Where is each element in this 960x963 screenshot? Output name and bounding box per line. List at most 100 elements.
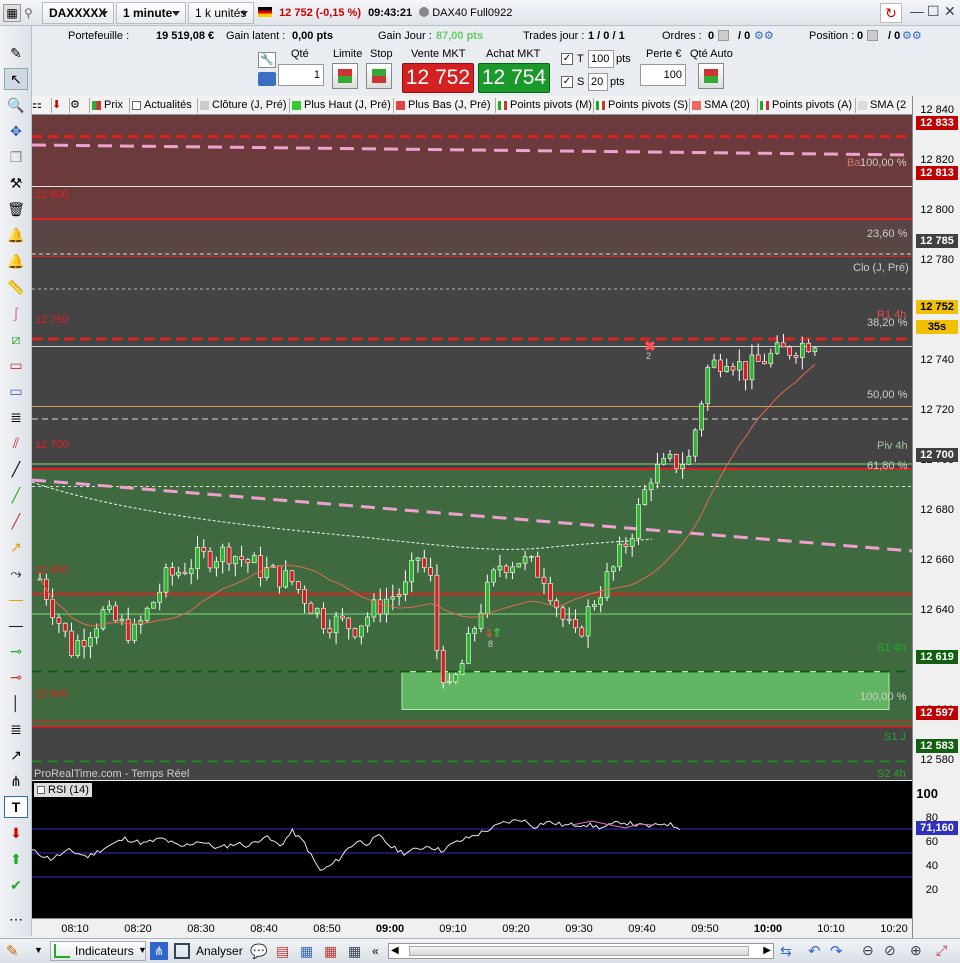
instrument-select[interactable]: DAXXXXX — [42, 2, 114, 24]
refresh-icon[interactable]: ↻ — [880, 3, 902, 23]
horizontal-scrollbar[interactable]: ◀ ▶ — [388, 943, 774, 959]
fibonacci-icon[interactable]: ≣ — [4, 406, 28, 428]
indicator-close[interactable]: Clôture (J, Pré) — [198, 98, 290, 113]
settings-icon[interactable]: ⚙⚙ — [754, 27, 774, 45]
alert-icon[interactable]: 🔔 — [4, 224, 28, 246]
undo-icon[interactable]: ↶ — [808, 942, 821, 960]
hline-orange-icon[interactable]: ― — [4, 588, 28, 610]
text-icon[interactable]: T — [4, 796, 28, 818]
down-icon[interactable]: ⬇ — [52, 98, 70, 113]
hline-icon[interactable]: ― — [4, 614, 28, 636]
timeframe-select[interactable]: 1 minute — [116, 2, 186, 24]
t-checkbox[interactable]: ✓ — [561, 53, 573, 65]
orders-clear-icon[interactable] — [718, 30, 729, 41]
limit-order-button[interactable] — [332, 63, 358, 89]
settings-icon[interactable]: ⚙⚙ — [902, 27, 922, 45]
indicator-sma20[interactable]: SMA (20) — [690, 98, 758, 113]
qty-input[interactable] — [278, 64, 324, 86]
copy-icon[interactable]: ❐ — [4, 146, 28, 168]
position-clear-icon[interactable] — [867, 30, 878, 41]
check-icon[interactable]: ✔ — [4, 874, 28, 896]
cursor-icon[interactable]: ↖ — [4, 68, 28, 90]
time-axis[interactable]: 08:10 08:20 08:30 08:40 08:50 09:00 09:10 09:20… — [32, 918, 912, 938]
scroll-left-icon[interactable]: ◀ — [391, 945, 399, 956]
s-checkbox[interactable]: ✓ — [561, 76, 573, 88]
rsi-canvas[interactable] — [32, 781, 912, 918]
settings-icon[interactable]: ⚙ — [70, 98, 90, 113]
rectangle-blue-icon[interactable]: ▭ — [4, 380, 28, 402]
analyse-button[interactable]: Analyser — [172, 941, 244, 961]
price-axis[interactable]: 12 84012 82012 80012 78012 76012 74012 7… — [912, 96, 960, 938]
curve-icon[interactable]: ∫ — [4, 302, 28, 324]
price-chart-canvas[interactable]: ✖⇓⇑ — [32, 115, 912, 780]
zoom-fit-icon[interactable]: ⇆ — [780, 943, 792, 960]
indicator-low[interactable]: Plus Bas (J, Pré) — [394, 98, 496, 113]
indicator-sma2[interactable]: SMA (2 — [856, 98, 912, 113]
hline-red-icon[interactable]: ⊸ — [4, 666, 28, 688]
scroll-left-fast-icon[interactable]: « — [372, 944, 379, 958]
arrow-up-icon[interactable]: ⬆ — [4, 848, 28, 870]
indicator-prix[interactable]: Prix — [90, 98, 130, 113]
redo-icon[interactable]: ↷ — [830, 942, 843, 960]
buy-mkt-button[interactable]: 12 754 — [478, 63, 550, 93]
channel-icon[interactable]: ⧄ — [4, 328, 28, 350]
ruler-icon[interactable]: 📏 — [4, 276, 28, 298]
stop-order-button[interactable] — [366, 63, 392, 89]
chart-type-icon[interactable]: ⤢ — [936, 942, 947, 959]
price-chart[interactable]: ✖ ⇓ ⇑ 12 800 12 750 12 700 12 650 12 600 B… — [32, 115, 912, 780]
zoom-icon[interactable]: 🔍 — [4, 94, 28, 116]
pitchfork-icon[interactable]: ⋔ — [4, 770, 28, 792]
indicator-high[interactable]: Plus Haut (J, Pré) — [290, 98, 394, 113]
link-icon[interactable]: ⚲ — [24, 6, 33, 20]
fib-time-icon[interactable]: ≣ — [4, 718, 28, 740]
sell-mkt-button[interactable]: 12 752 — [402, 63, 474, 93]
properties-icon[interactable]: ⚏ — [32, 98, 52, 113]
arrow-line-icon[interactable]: ↗ — [4, 536, 28, 558]
polyline-icon[interactable]: ⤳ — [4, 562, 28, 584]
hline-green-icon[interactable]: ⊸ — [4, 640, 28, 662]
rsi-label[interactable]: RSI (14) — [34, 783, 92, 797]
grid-icon[interactable]: ▦ — [348, 943, 361, 960]
pencil-icon[interactable]: ✎ — [4, 42, 28, 64]
arrow-down-icon[interactable]: ⬇ — [4, 822, 28, 844]
app-menu-icon[interactable]: ▦ — [3, 4, 21, 22]
scroll-thumb[interactable] — [409, 946, 749, 956]
chat-icon[interactable]: 💬 — [250, 943, 267, 960]
rsi-panel[interactable]: RSI (14) — [32, 781, 912, 918]
indicator-news[interactable]: Actualités — [130, 98, 198, 113]
indicator-pivots-a[interactable]: Points pivots (A) — [758, 98, 856, 113]
share-icon[interactable]: ⋔ — [150, 942, 168, 960]
alert-bell-icon[interactable]: 🔔 — [4, 250, 28, 272]
maximize-icon[interactable]: ☐ — [927, 3, 940, 20]
indicator-pivots-m[interactable]: Points pivots (M) — [496, 98, 594, 113]
rectangle-icon[interactable]: ▭ — [4, 354, 28, 376]
move-icon[interactable]: ✥ — [4, 120, 28, 142]
arrow-icon[interactable]: ↗ — [4, 744, 28, 766]
line-icon[interactable]: ╱ — [4, 458, 28, 480]
wrench-icon[interactable]: 🔧 — [258, 52, 276, 68]
tools-icon[interactable]: ⚒ — [4, 172, 28, 194]
more-icon[interactable]: ⋯ — [4, 908, 28, 930]
keypad-icon[interactable] — [258, 72, 276, 86]
zoom-in-icon[interactable]: ⊕ — [910, 942, 922, 959]
minimize-icon[interactable]: — — [910, 3, 924, 19]
scroll-right-icon[interactable]: ▶ — [763, 945, 771, 956]
indicator-pivots-s[interactable]: Points pivots (S) — [594, 98, 690, 113]
calendar-icon[interactable]: ▦ — [324, 943, 337, 960]
loss-input[interactable] — [640, 64, 686, 86]
s-input[interactable] — [588, 73, 608, 91]
chevron-down-icon[interactable]: ▼ — [34, 945, 43, 955]
line-red-icon[interactable]: ╱ — [4, 510, 28, 532]
indicators-button[interactable]: Indicateurs — [50, 941, 146, 961]
zoom-out-icon[interactable]: ⊖ — [862, 942, 874, 959]
line-green-icon[interactable]: ╱ — [4, 484, 28, 506]
vline-icon[interactable]: │ — [4, 692, 28, 714]
list-icon[interactable]: ▤ — [276, 943, 289, 960]
chevron-down-icon[interactable]: ▼ — [138, 945, 147, 955]
table-icon[interactable]: ▦ — [300, 943, 313, 960]
zoom-select-icon[interactable]: ⊘ — [884, 942, 896, 959]
auto-qty-button[interactable] — [698, 63, 724, 89]
units-select[interactable]: 1 k unités — [188, 2, 254, 24]
t-input[interactable] — [588, 50, 614, 68]
trash-icon[interactable]: 🗑 — [4, 198, 28, 220]
